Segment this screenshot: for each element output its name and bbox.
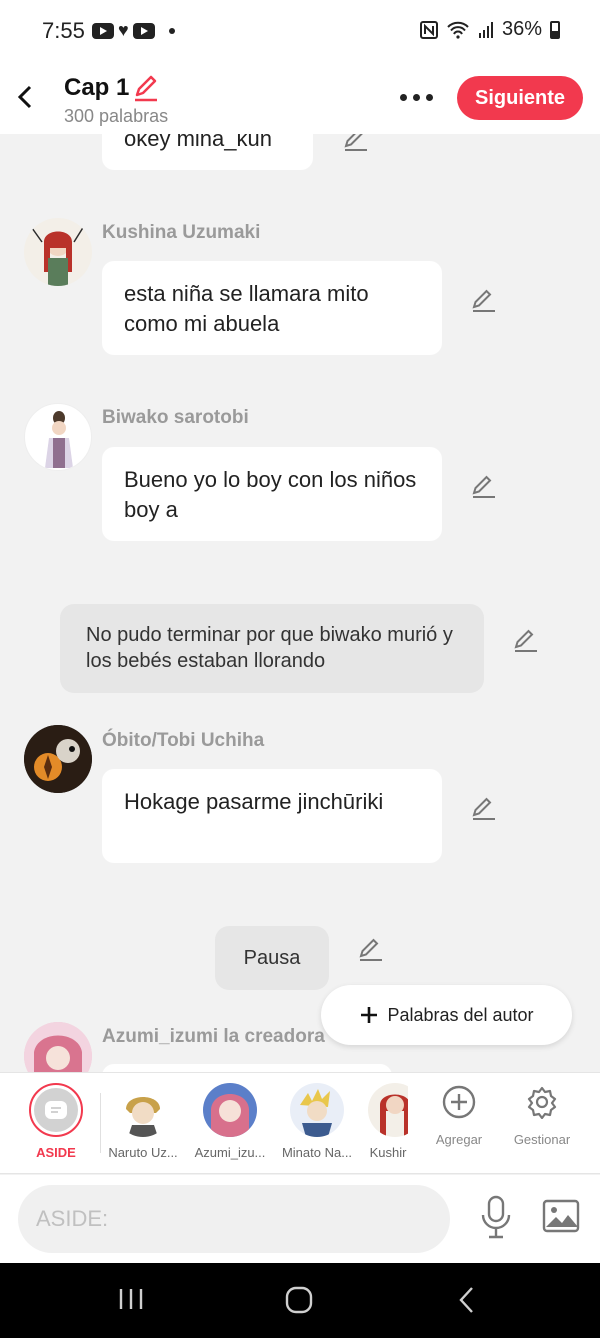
character-kushina[interactable]: Kushir	[368, 1083, 408, 1160]
home-icon[interactable]	[284, 1285, 314, 1315]
edit-pause-pencil-icon[interactable]	[358, 936, 384, 962]
system-navigation-bar	[0, 1263, 600, 1338]
narration-bubble[interactable]: No pudo terminar por que biwako murió y …	[60, 604, 484, 693]
character-label: ASIDE	[36, 1145, 76, 1160]
edit-message-pencil-icon[interactable]	[471, 795, 497, 821]
character-aside[interactable]: ASIDE	[13, 1083, 99, 1160]
avatar	[116, 1083, 170, 1137]
edit-narration-pencil-icon[interactable]	[513, 627, 539, 653]
message-bubble[interactable]	[102, 1064, 392, 1072]
edit-message-pencil-icon[interactable]	[471, 473, 497, 499]
avatar-biwako[interactable]	[24, 403, 92, 471]
add-character-button[interactable]: Agregar	[419, 1085, 499, 1147]
more-options-icon[interactable]	[400, 94, 433, 101]
pause-text: Pausa	[243, 946, 301, 969]
edit-message-pencil-icon[interactable]	[343, 134, 369, 152]
character-name: Kushina Uzumaki	[102, 222, 261, 243]
chapter-header: Cap 1 300 palabras Siguiente	[0, 62, 600, 134]
message-input[interactable]	[18, 1185, 450, 1253]
character-name: Óbito/Tobi Uchiha	[102, 730, 265, 751]
next-button[interactable]: Siguiente	[457, 76, 583, 120]
back-arrow-icon[interactable]	[14, 82, 36, 112]
character-bar: ASIDE Naruto Uz... Azumi_izu... Minato N…	[0, 1072, 600, 1174]
image-icon[interactable]	[542, 1199, 580, 1233]
pause-bubble[interactable]: Pausa	[215, 926, 329, 990]
avatar-azumi[interactable]	[24, 1022, 92, 1072]
battery-percent: 36%	[501, 18, 542, 40]
edit-message-pencil-icon[interactable]	[471, 287, 497, 313]
message-text: Hokage pasarme jinchūriki	[124, 789, 384, 814]
avatar	[290, 1083, 344, 1137]
chapter-title: Cap 1	[64, 74, 130, 101]
youtube-icon	[132, 22, 155, 39]
gear-icon	[527, 1086, 557, 1120]
avatar	[203, 1083, 257, 1137]
character-label: Azumi_izu...	[194, 1145, 266, 1160]
character-label: Naruto Uz...	[108, 1145, 178, 1160]
notification-icons: ♥	[92, 20, 175, 41]
character-label: Kushir	[369, 1145, 407, 1160]
message-text: okey mina_kun	[124, 134, 272, 151]
character-naruto[interactable]: Naruto Uz...	[100, 1083, 186, 1160]
message-bubble[interactable]: Bueno yo lo boy con los niños boy a	[102, 447, 442, 541]
avatar-kushina[interactable]	[24, 218, 92, 286]
system-icons: 36%	[419, 18, 560, 41]
signal-icon	[478, 21, 493, 38]
character-name: Biwako sarotobi	[102, 407, 249, 428]
chat-area[interactable]: okey mina_kun Kushina Uzumaki esta niña …	[0, 134, 600, 1072]
add-circle-icon	[442, 1085, 476, 1119]
message-bubble[interactable]: Hokage pasarme jinchūriki	[102, 769, 442, 863]
character-name: Azumi_izumi la creadora	[102, 1026, 325, 1047]
plus-icon	[361, 1007, 378, 1023]
word-count: 300 palabras	[64, 106, 169, 126]
edit-title-pencil-icon[interactable]	[132, 74, 160, 102]
back-nav-icon[interactable]	[456, 1285, 478, 1315]
narration-text: No pudo terminar por que biwako murió y …	[86, 624, 453, 672]
character-label: Minato Na...	[281, 1145, 353, 1160]
status-time: 7:55	[42, 18, 85, 43]
message-text: Bueno yo lo boy con los niños boy a	[124, 467, 417, 522]
recent-apps-icon[interactable]	[118, 1285, 144, 1313]
heart-icon: ♥	[118, 20, 129, 40]
character-azumi[interactable]: Azumi_izu...	[187, 1083, 273, 1160]
youtube-icon	[92, 22, 114, 39]
message-bubble[interactable]: esta niña se llamara mito como mi abuela	[102, 261, 442, 355]
battery-icon	[550, 20, 560, 39]
microphone-icon[interactable]	[478, 1195, 514, 1239]
manage-characters-button[interactable]: Gestionar	[502, 1085, 582, 1147]
avatar	[368, 1083, 408, 1137]
manage-label: Gestionar	[513, 1132, 571, 1147]
message-text: esta niña se llamara mito como mi abuela	[124, 281, 369, 336]
message-bubble[interactable]: okey mina_kun	[102, 134, 313, 170]
dot-icon	[168, 27, 175, 34]
avatar-obito[interactable]	[24, 725, 92, 793]
wifi-icon	[447, 21, 469, 39]
nfc-icon	[419, 20, 438, 39]
input-bar	[0, 1175, 600, 1263]
author-words-button[interactable]: Palabras del autor	[321, 985, 572, 1045]
status-bar: 7:55 ♥ 36%	[0, 0, 600, 62]
aside-chat-icon	[45, 1101, 67, 1119]
character-minato[interactable]: Minato Na...	[274, 1083, 360, 1160]
author-words-label: Palabras del autor	[387, 1004, 534, 1025]
add-label: Agregar	[435, 1132, 483, 1147]
